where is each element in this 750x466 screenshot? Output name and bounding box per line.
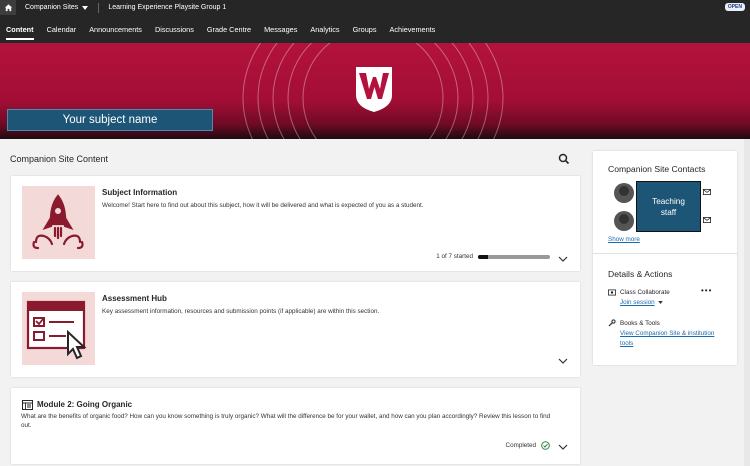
avatar[interactable]: [614, 211, 634, 231]
content-card-assessment-hub[interactable]: Assessment Hub Key assessment informatio…: [11, 282, 580, 377]
teaching-staff-text: Teaching staff: [652, 196, 685, 217]
tab-grade-centre[interactable]: Grade Centre: [207, 15, 251, 43]
card-thumbnail: [22, 186, 95, 259]
avatar[interactable]: [614, 183, 634, 203]
join-session-link[interactable]: Join session: [620, 299, 655, 306]
tab-calendar[interactable]: Calendar: [47, 15, 77, 43]
course-banner: Your subject name: [0, 43, 750, 139]
tab-content[interactable]: Content: [6, 15, 34, 43]
content-card-module-2[interactable]: Module 2: Going Organic What are the ben…: [11, 388, 580, 464]
course-nav: Content Calendar Announcements Discussio…: [0, 15, 750, 43]
companion-tools-link[interactable]: View Companion Site & institution tools: [620, 329, 720, 349]
card-title[interactable]: Module 2: Going Organic: [37, 400, 132, 409]
divider: [98, 2, 100, 13]
card-thumbnail: [22, 292, 95, 365]
show-more-link[interactable]: Show more: [608, 236, 640, 243]
caret-down-icon: [82, 5, 89, 10]
mail-icon[interactable]: [703, 217, 711, 223]
chevron-down-icon[interactable]: [558, 443, 568, 451]
books-tools-item: Books & Tools: [608, 319, 660, 327]
top-bar: Companion Sites Learning Experience Play…: [0, 0, 750, 15]
site-switcher-label: Companion Sites: [25, 4, 79, 11]
books-tools-label: Books & Tools: [620, 319, 660, 327]
university-logo: [356, 67, 392, 112]
site-switcher[interactable]: Companion Sites: [25, 4, 89, 11]
video-icon: [608, 289, 616, 296]
rocket-icon: [32, 194, 84, 250]
module-icon: [22, 400, 33, 410]
open-badge: OPEN: [724, 3, 745, 11]
progress-fill: [478, 254, 489, 259]
status-text: Completed: [505, 442, 536, 449]
mail-icon[interactable]: [703, 189, 711, 195]
scrollbar[interactable]: [744, 139, 750, 466]
content-card-subject-information[interactable]: Subject Information Welcome! Start here …: [11, 176, 580, 271]
card-title[interactable]: Subject Information: [102, 188, 177, 197]
content-area: Companion Site Content Subject Informati…: [0, 139, 590, 466]
join-session-dropdown[interactable]: Join session: [620, 299, 663, 306]
tab-analytics[interactable]: Analytics: [310, 15, 339, 43]
card-description: Welcome! Start here to find out about th…: [102, 202, 424, 209]
subject-name-banner: Your subject name: [7, 109, 213, 131]
progress-text: 1 of 7 started: [436, 253, 473, 260]
more-options-icon[interactable]: •••: [701, 286, 712, 295]
class-collaborate-label: Class Collaborate: [620, 289, 670, 296]
home-button[interactable]: [0, 0, 16, 15]
chevron-down-icon[interactable]: [558, 357, 568, 365]
chevron-down-icon[interactable]: [558, 255, 568, 263]
page-title: Companion Site Content: [10, 154, 109, 164]
completion-status: Completed: [506, 441, 550, 450]
class-collaborate-item: Class Collaborate: [608, 289, 670, 296]
progress-bar: [478, 254, 550, 259]
progress-indicator: 1 of 7 started: [436, 253, 550, 260]
check-circle-icon: [541, 441, 550, 450]
tab-achievements[interactable]: Achievements: [390, 15, 436, 43]
checklist-cursor-icon: [26, 300, 87, 360]
card-title[interactable]: Assessment Hub: [102, 294, 167, 303]
search-icon[interactable]: [558, 153, 570, 165]
divider: [593, 253, 737, 254]
card-description: What are the benefits of organic food? H…: [21, 413, 551, 429]
details-heading: Details & Actions: [608, 269, 673, 279]
contacts-heading: Companion Site Contacts: [608, 164, 706, 174]
card-description: Key assessment information, resources an…: [102, 308, 380, 315]
home-icon: [4, 4, 12, 12]
tab-announcements[interactable]: Announcements: [89, 15, 142, 43]
teaching-staff-label: Teaching staff: [636, 181, 701, 232]
caret-down-icon: [657, 301, 663, 304]
tab-messages[interactable]: Messages: [264, 15, 297, 43]
wrench-icon: [608, 319, 616, 327]
tab-groups[interactable]: Groups: [353, 15, 377, 43]
tab-discussions[interactable]: Discussions: [155, 15, 194, 43]
group-name: Learning Experience Playsite Group 1: [108, 4, 227, 11]
